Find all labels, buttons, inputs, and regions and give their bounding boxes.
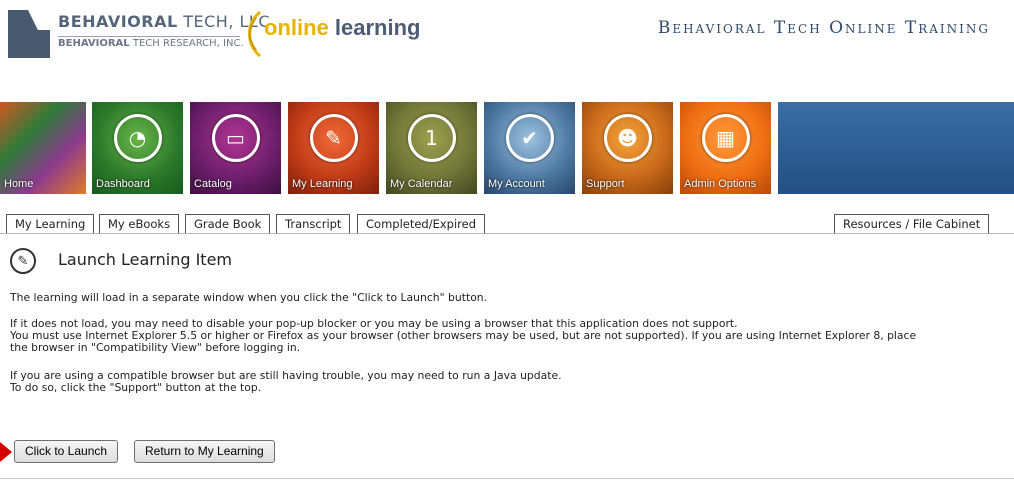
nav-tile-my-calendar[interactable]: 1 My Calendar — [386, 102, 477, 194]
nav-label-support: Support — [586, 178, 625, 190]
nav-tile-catalog[interactable]: ▭ Catalog — [190, 102, 281, 194]
nav-label-admin-options: Admin Options — [684, 178, 757, 190]
launch-item-icon: ✎ — [10, 248, 36, 274]
online-learning-logo: online learning — [264, 15, 420, 41]
nav-tile-admin-options[interactable]: ▦ Admin Options — [680, 102, 771, 194]
nav-tile-dashboard[interactable]: ◔ Dashboard — [92, 102, 183, 194]
company-line1-bold: BEHAVIORAL — [58, 12, 178, 31]
learning-icon: ✎ — [309, 114, 358, 162]
header: BEHAVIORAL TECH, LLC BEHAVIORAL TECH RES… — [0, 0, 1014, 100]
main-nav: Home ◔ Dashboard ▭ Catalog ✎ My Learning… — [0, 102, 1014, 194]
nav-label-my-learning: My Learning — [292, 178, 353, 190]
nav-tile-support[interactable]: ☻ Support — [582, 102, 673, 194]
page-title: Launch Learning Item — [58, 250, 232, 269]
pointer-arrow-icon — [0, 442, 12, 462]
company-line2-light: TECH RESEARCH, INC. — [129, 38, 244, 49]
footer-divider — [0, 478, 1014, 479]
nav-tile-my-learning[interactable]: ✎ My Learning — [288, 102, 379, 194]
admin-blocks-icon: ▦ — [701, 114, 750, 162]
nav-label-dashboard: Dashboard — [96, 178, 150, 190]
nav-label-my-calendar: My Calendar — [390, 178, 453, 190]
tab-bar: My Learning My eBooks Grade Book Transcr… — [0, 214, 1014, 234]
online-learning-swoosh-icon — [248, 10, 262, 58]
people-icon: ☻ — [603, 114, 652, 162]
nav-label-catalog: Catalog — [194, 178, 232, 190]
online-learning-word1: online — [264, 15, 329, 40]
instruction-text: The learning will load in a separate win… — [10, 291, 488, 304]
compatibility-view-text: the browser in "Compatibility View" befo… — [10, 341, 301, 354]
return-to-my-learning-button[interactable]: Return to My Learning — [134, 440, 275, 463]
behavioral-tech-logo-icon — [8, 10, 50, 58]
main-content: ✎ Launch Learning Item The learning will… — [0, 234, 1014, 478]
online-learning-word2: learning — [328, 15, 421, 40]
nav-tile-home[interactable]: Home — [0, 102, 86, 194]
tab-grade-book[interactable]: Grade Book — [185, 214, 271, 234]
nav-label-home: Home — [4, 178, 34, 190]
folder-icon: ▭ — [211, 114, 260, 162]
site-title: Behavioral Tech Online Training — [657, 18, 990, 38]
tab-resources-file-cabinet[interactable]: Resources / File Cabinet — [834, 214, 990, 234]
tab-my-learning[interactable]: My Learning — [6, 214, 95, 234]
click-to-launch-button[interactable]: Click to Launch — [14, 440, 119, 463]
tab-completed-expired[interactable]: Completed/Expired — [357, 214, 486, 234]
checkmark-icon: ✔ — [505, 114, 554, 162]
support-hint-text: To do so, click the "Support" button at … — [10, 381, 262, 394]
gauge-icon: ◔ — [113, 114, 162, 162]
tab-transcript[interactable]: Transcript — [276, 214, 351, 234]
nav-banner-fill — [778, 102, 1014, 194]
company-name: BEHAVIORAL TECH, LLC BEHAVIORAL TECH RES… — [58, 12, 270, 49]
company-line2-bold: BEHAVIORAL — [58, 38, 130, 49]
tab-my-ebooks[interactable]: My eBooks — [99, 214, 180, 234]
nav-label-my-account: My Account — [488, 178, 545, 190]
calendar-icon: 1 — [407, 114, 456, 162]
nav-tile-my-account[interactable]: ✔ My Account — [484, 102, 575, 194]
